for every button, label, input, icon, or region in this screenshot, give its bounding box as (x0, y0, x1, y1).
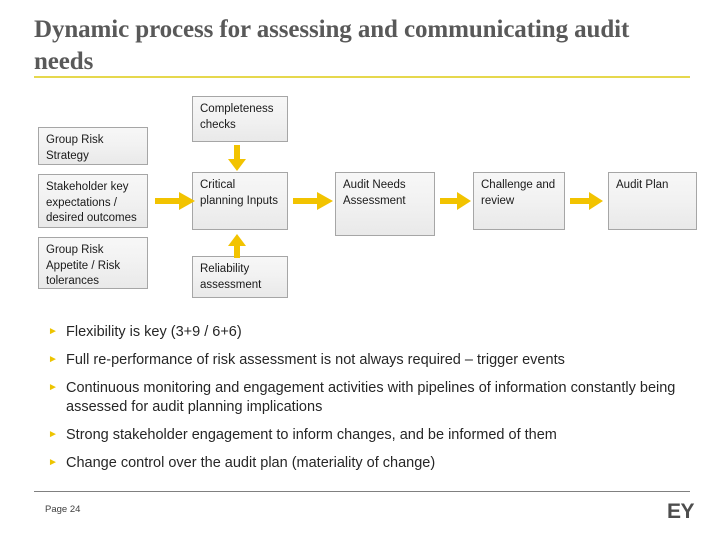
list-item-text: Change control over the audit plan (mate… (66, 455, 436, 471)
diagram-box-completeness-checks[interactable]: Completeness checks (192, 96, 288, 142)
arrow-right-icon-assessment-to-challenge (440, 192, 471, 210)
bullet-triangle-icon: ► (48, 429, 58, 440)
bullet-triangle-icon: ► (48, 326, 58, 337)
bullet-triangle-icon: ► (48, 457, 58, 468)
footer-divider (34, 491, 690, 492)
diagram-box-audit-needs-assessment[interactable]: Audit Needs Assessment (335, 172, 435, 236)
list-item: ► Strong stakeholder engagement to infor… (48, 426, 700, 445)
list-item-text: Strong stakeholder engagement to inform … (66, 427, 557, 443)
arrow-down-icon-completeness-to-critical (228, 145, 246, 171)
ey-logo: EY (666, 500, 695, 523)
diagram-box-risk-appetite[interactable]: Group Risk Appetite / Risk tolerances (38, 237, 148, 289)
list-item: ► Continuous monitoring and engagement a… (48, 379, 700, 417)
diagram-box-challenge-and-review[interactable]: Challenge and review (473, 172, 565, 230)
arrow-right-icon-challenge-to-plan (570, 192, 603, 210)
bullet-list: ► Flexibility is key (3+9 / 6+6) ► Full … (48, 323, 700, 482)
arrow-up-icon-reliability-to-critical (228, 234, 246, 258)
arrow-right-icon-critical-to-assessment (293, 192, 333, 210)
bullet-triangle-icon: ► (48, 382, 58, 393)
diagram-box-stakeholder-expectations[interactable]: Stakeholder key expectations / desired o… (38, 174, 148, 228)
list-item-text: Full re-performance of risk assessment i… (66, 352, 565, 368)
diagram-box-reliability-assessment[interactable]: Reliability assessment (192, 256, 288, 298)
arrow-right-icon-stakeholder-to-critical (155, 192, 195, 210)
list-item: ► Full re-performance of risk assessment… (48, 351, 700, 370)
diagram-box-group-risk-strategy[interactable]: Group Risk Strategy (38, 127, 148, 165)
diagram-box-critical-planning-inputs[interactable]: Critical planning Inputs (192, 172, 288, 230)
diagram-box-audit-plan[interactable]: Audit Plan (608, 172, 697, 230)
page-number: Page 24 (45, 504, 81, 515)
process-diagram: Group Risk Strategy Stakeholder key expe… (0, 0, 720, 310)
list-item: ► Flexibility is key (3+9 / 6+6) (48, 323, 700, 342)
list-item-text: Flexibility is key (3+9 / 6+6) (66, 324, 242, 340)
list-item-text: Continuous monitoring and engagement act… (66, 380, 676, 415)
bullet-triangle-icon: ► (48, 354, 58, 365)
list-item: ► Change control over the audit plan (ma… (48, 454, 700, 473)
